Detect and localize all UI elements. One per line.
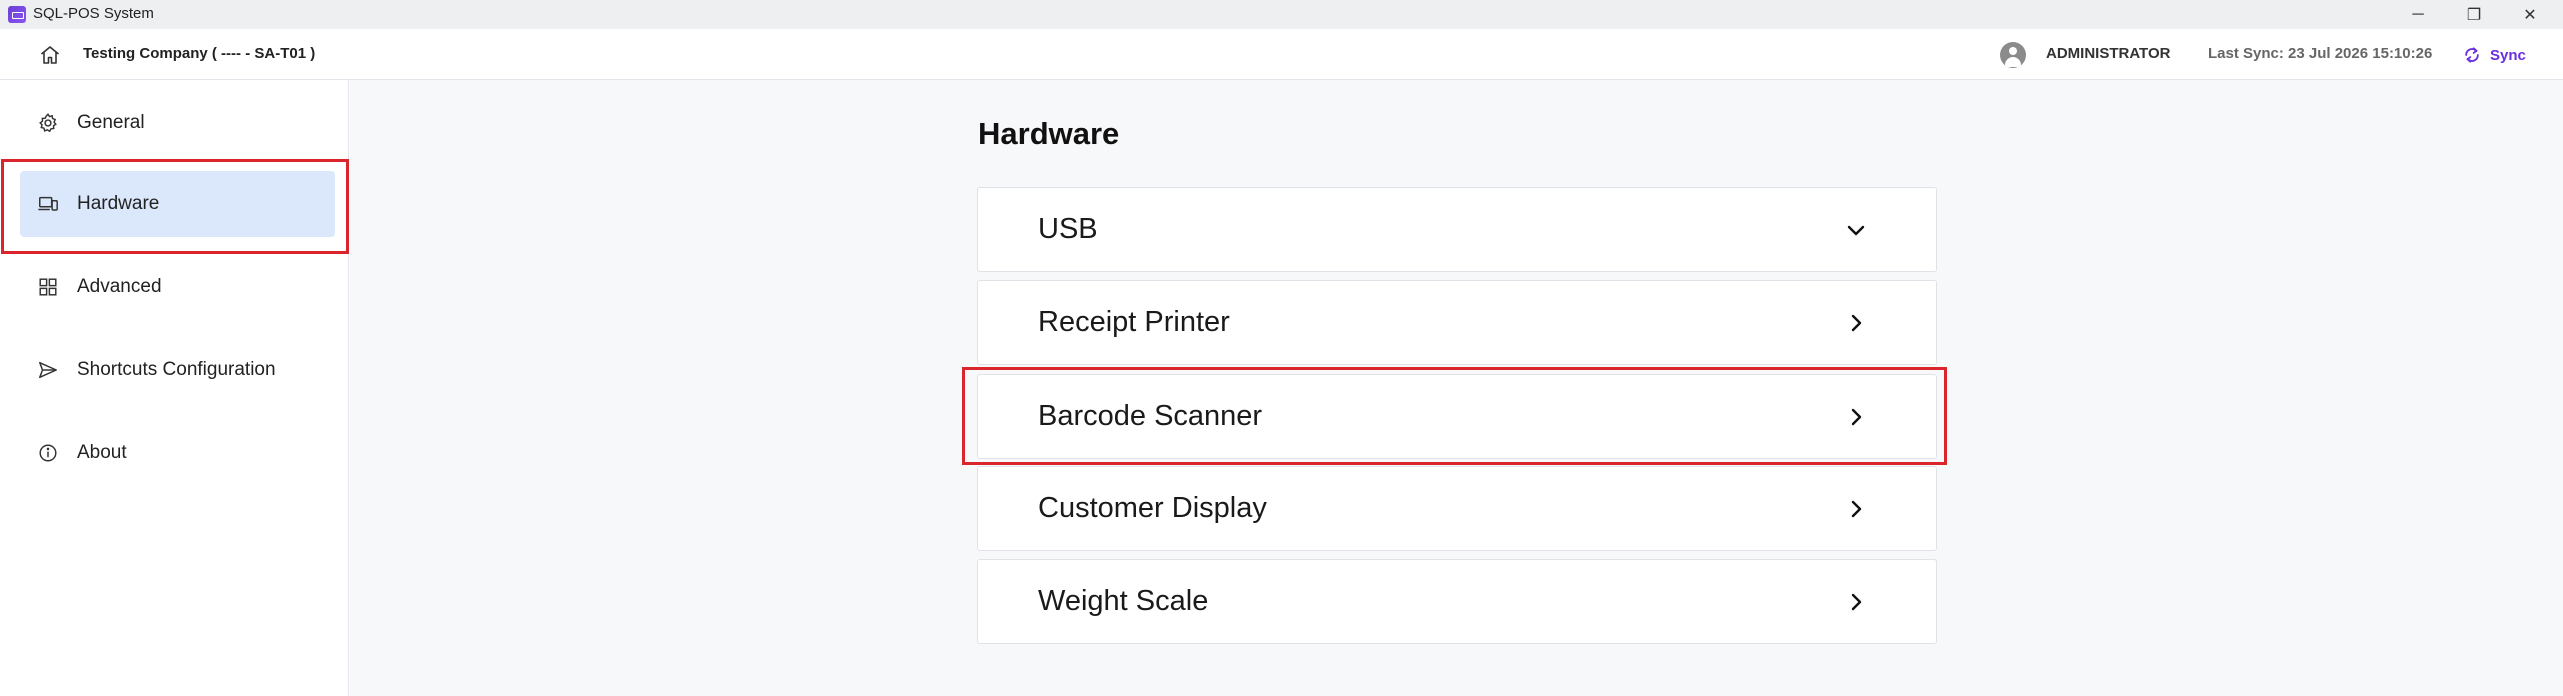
section-weight-scale[interactable]: Weight Scale [977,559,1937,644]
chevron-right-icon [1851,500,1862,518]
gear-icon [37,112,59,134]
info-icon [37,442,59,464]
sidebar-item-advanced[interactable]: Advanced [20,254,335,320]
sidebar-item-general[interactable]: General [20,90,335,156]
user-name: ADMINISTRATOR [2046,45,2171,62]
sync-icon [2465,47,2479,63]
section-customer-display[interactable]: Customer Display [977,466,1937,551]
sidebar-item-label: About [77,442,127,463]
section-receipt-printer[interactable]: Receipt Printer [977,280,1937,365]
sidebar-item-shortcuts-configuration[interactable]: Shortcuts Configuration [20,337,335,403]
sidebar: General Hardware Advanced Shortcuts Conf… [0,80,349,696]
avatar[interactable] [2000,42,2026,68]
sidebar-item-label: Hardware [77,193,160,214]
devices-icon [37,193,59,215]
chevron-right-icon [1851,408,1862,426]
chevron-right-icon [1851,593,1862,611]
chevron-down-icon [1847,225,1865,236]
sync-label: Sync [2490,46,2526,64]
page-title: Hardware [978,116,1120,151]
title-bar: SQL-POS System ─ ❐ ✕ [0,0,2563,29]
app-logo-icon [8,6,26,23]
last-sync-text: Last Sync: 23 Jul 2026 15:10:26 [2208,45,2433,62]
sidebar-item-hardware[interactable]: Hardware [20,171,335,237]
sidebar-item-label: General [77,112,145,133]
window-title: SQL-POS System [33,5,154,22]
minimize-button[interactable]: ─ [2390,0,2446,29]
sidebar-item-label: Shortcuts Configuration [77,359,276,380]
company-name: Testing Company ( ---- - SA-T01 ) [83,45,316,62]
close-button[interactable]: ✕ [2502,0,2558,29]
chevron-right-icon [1851,314,1862,332]
sync-button[interactable]: Sync [2462,40,2526,70]
sidebar-item-about[interactable]: About [20,420,335,486]
section-label: Barcode Scanner [1038,400,1263,432]
sidebar-item-label: Advanced [77,276,162,297]
home-icon[interactable] [38,43,62,67]
section-label: Weight Scale [1038,585,1209,617]
section-usb[interactable]: USB [977,187,1937,272]
restore-button[interactable]: ❐ [2446,0,2502,29]
section-label: Customer Display [1038,492,1267,524]
section-label: Receipt Printer [1038,306,1230,338]
app-header: Testing Company ( ---- - SA-T01 ) ADMINI… [0,29,2563,80]
send-icon [37,359,59,381]
grid-icon [37,276,59,298]
section-barcode-scanner[interactable]: Barcode Scanner [977,374,1937,459]
section-label: USB [1038,213,1098,245]
